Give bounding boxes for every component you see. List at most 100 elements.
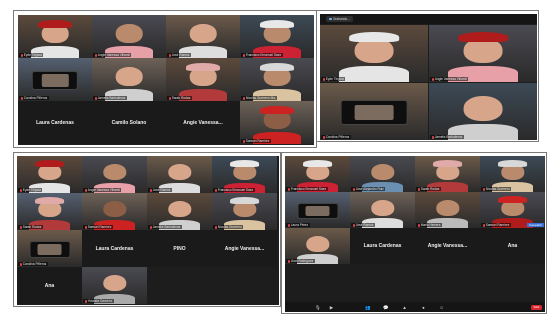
recording-indicator[interactable]: Grabando... <box>326 16 353 22</box>
participant-name-tag: Eyde Tinjaca <box>18 188 43 192</box>
participant-tile-laura-cardenas[interactable]: Laura Cardenas <box>350 228 415 264</box>
participant-name-tag: Yolanda Sánchez <box>83 299 114 303</box>
share-icon[interactable]: ▲ <box>402 305 407 310</box>
screenshot-bottom-right: 🎙 ▶ 👥 💬 ▲ ● ☺ Salir Francisco Emanuel Sa… <box>281 152 547 314</box>
participant-tile-angie-vanessa-villamil[interactable]: Angie Vanessa Villamil <box>82 156 147 193</box>
participant-tile-angie-vanessa[interactable]: Angie Vanessa... <box>415 228 480 264</box>
microphone-muted-icon <box>84 299 87 303</box>
end-meeting-button[interactable]: Salir <box>530 304 542 310</box>
participant-name: Francisco Emanuel Saez <box>290 187 327 191</box>
chat-icon[interactable]: 💬 <box>383 305 388 310</box>
participant-face <box>305 235 330 252</box>
microphone-muted-icon <box>287 187 290 191</box>
hat <box>458 31 508 43</box>
participant-name: Laura Pérez <box>290 223 309 227</box>
participant-name: Mario Herrera <box>420 223 441 227</box>
participant-tile-jose-ramos[interactable]: José Ramos <box>166 15 240 58</box>
zoom-gallery: Grabando... Eyde Tinjaca Angie Vanessa Vi… <box>320 14 537 140</box>
participant-name: Carolina Piñeros <box>23 96 48 100</box>
participant-tile-carolina-pineros[interactable]: Carolina Piñeros <box>17 230 82 267</box>
participant-tile-juan-rodriguez[interactable]: Juan Rodríguez <box>285 228 350 264</box>
participant-tile-sarah-rodas[interactable]: Sarah Rodas <box>166 58 240 101</box>
microphone-muted-icon <box>431 135 434 139</box>
participant-tile-jamelis-barbalimas[interactable]: Jamelis Barbalimas <box>429 83 537 140</box>
share-label: Compartir <box>526 223 544 227</box>
participant-tile-angie-vanessa[interactable]: Angie Vanessa... <box>212 230 277 267</box>
participant-name: Laura Cardenas <box>363 243 402 249</box>
participant-name: Angie Vanessa... <box>183 119 223 126</box>
microphone-muted-icon <box>94 96 97 100</box>
participant-video <box>240 15 314 58</box>
video-icon[interactable]: ▶ <box>329 305 334 310</box>
meeting-toolbar: 🎙 ▶ 👥 💬 ▲ ● ☺ Salir <box>285 302 545 312</box>
participant-tile-jose-ramos[interactable]: José Ramos <box>147 156 212 193</box>
reactions-icon[interactable]: ☺ <box>439 305 444 310</box>
zoom-gallery: Eyde Tinjaca Angie Vanessa Villamil José R… <box>18 15 314 145</box>
participant-name-tag: Mario Herrera <box>416 223 442 227</box>
participant-name-tag: Samuel Ramírez <box>241 139 271 143</box>
participant-name: Ana <box>44 282 55 289</box>
participant-video <box>166 15 240 58</box>
participant-name: Angie Vanessa... <box>224 245 265 252</box>
participant-tile-angie-vanessa-villamil[interactable]: Angie Vanessa Villamil <box>92 15 166 58</box>
participant-tile-jamelis-barbalimas[interactable]: Jamelis Barbalimas <box>147 193 212 230</box>
participant-tile-nicolas-guerrero-ma[interactable]: Nicolás Guerrero Ma. <box>240 58 314 101</box>
participant-name: José Ramos <box>152 188 171 192</box>
participant-tile-laura-cardenas[interactable]: Laura Cardenas <box>82 230 147 267</box>
participant-name-tag: Nicolás Guerrero <box>213 225 244 229</box>
hat <box>185 63 221 71</box>
participant-name-tag: Sarah Rodas <box>18 225 43 229</box>
participant-tile-carolina-pineros[interactable]: Carolina Piñeros <box>320 83 428 140</box>
participant-face <box>115 67 143 87</box>
microphone-muted-icon <box>168 53 171 57</box>
participant-video <box>240 58 314 101</box>
participant-tile-eyde-tinjaca[interactable]: Eyde Tinjaca <box>320 25 428 82</box>
participant-tile-angie-vanessa[interactable]: Angie Vanessa... <box>166 101 240 144</box>
record-icon <box>329 17 332 21</box>
participant-tile-nicolas-guerrero[interactable]: Nicolás Guerrero <box>212 193 277 230</box>
participant-tile-nicolas-guerrero[interactable]: Nicolás Guerrero <box>480 156 545 192</box>
participant-name-tag: Carolina Piñeros <box>19 96 49 100</box>
participant-tile-angie-vanessa-villamil[interactable]: Angie Vanessa Villamil <box>429 25 537 82</box>
participant-tile-francisco-emanuel-saez[interactable]: Francisco Emanuel Saez <box>240 15 314 58</box>
participant-name: Eyde Tinjaca <box>23 53 42 57</box>
participant-tile-samuel-ramirez[interactable]: Samuel Ramírez <box>240 101 314 144</box>
participant-tile-sarah-rodas[interactable]: Sarah Rodas <box>17 193 82 230</box>
participant-tile-jose-ramos[interactable]: José Ramos <box>350 192 415 228</box>
participant-name-tag: Sarah Rodas <box>167 96 192 100</box>
participant-tile-laura-perez[interactable]: Laura Pérez <box>285 192 350 228</box>
participant-tile-francisco-emanuel-saez[interactable]: Francisco Emanuel Saez <box>285 156 350 192</box>
microphone-muted-icon[interactable]: 🎙 <box>315 305 321 310</box>
record-icon[interactable]: ● <box>421 305 426 310</box>
microphone-muted-icon <box>242 53 245 57</box>
participant-tile-samuel-ramirez[interactable]: Samuel Ramírez Compartir <box>480 192 545 228</box>
participant-tile-mario-herrera[interactable]: Mario Herrera <box>415 192 480 228</box>
participant-tile-eyde-tinjaca[interactable]: Eyde Tinjaca <box>18 15 92 58</box>
participants-icon[interactable]: 👥 <box>365 305 370 310</box>
participant-tile-yolanda-sanchez[interactable]: Yolanda Sánchez <box>82 267 147 304</box>
participant-tile-laura-cardenas[interactable]: Laura Cardenas <box>18 101 92 144</box>
participant-tile-eyde-tinjaca[interactable]: Eyde Tinjaca <box>17 156 82 193</box>
participant-video <box>92 58 166 101</box>
hat <box>259 20 295 28</box>
microphone-muted-icon <box>168 96 171 100</box>
participant-tile-sarah-rodas[interactable]: Sarah Rodas <box>415 156 480 192</box>
participant-tile-carolina-pineros[interactable]: Carolina Piñeros <box>18 58 92 101</box>
participant-tile-francisco-emanuel-saez[interactable]: Francisco Emanuel Saez <box>212 156 277 193</box>
participant-tile-camilo-solano[interactable]: Camilo Solano <box>92 101 166 144</box>
participant-tile-pino[interactable]: PINO <box>147 230 212 267</box>
participant-name: Jamelis Barbalimas <box>434 135 463 139</box>
participant-tile-jose-alejandro-ruiz[interactable]: José Alejandro Ruiz <box>350 156 415 192</box>
participant-tile-jamelis-barbalimas[interactable]: Jamelis Barbalimas <box>92 58 166 101</box>
microphone-muted-icon <box>417 223 420 227</box>
participant-face <box>463 95 503 121</box>
participant-face <box>115 24 143 44</box>
participant-face <box>102 275 127 292</box>
participant-name: Angie Vanessa Villamil <box>97 53 130 57</box>
participant-tile-samuel-ramirez[interactable]: Samuel Ramírez <box>82 193 147 230</box>
participant-tile-ana[interactable]: Ana <box>480 228 545 264</box>
participant-name: Samuel Ramírez <box>245 139 270 143</box>
participant-name: Laura Cardenas <box>36 119 74 126</box>
participant-tile-ana[interactable]: Ana <box>17 267 82 304</box>
participant-name-tag: Laura Pérez <box>286 223 310 227</box>
